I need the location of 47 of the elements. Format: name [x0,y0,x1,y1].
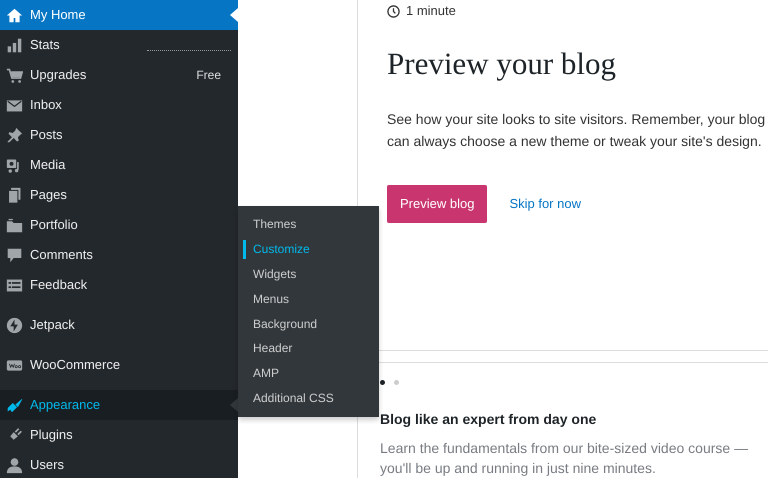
sidebar-item[interactable]: Upgrades Free [0,60,238,90]
preview-blog-button[interactable]: Preview blog [387,185,488,222]
feedback-icon [6,276,23,294]
bar-chart-icon [6,36,23,54]
sidebar-item[interactable]: Plugins [0,420,238,450]
sidebar-item[interactable]: Portfolio [0,210,238,240]
task-title: Preview your blog [387,45,618,83]
user-icon [6,456,23,474]
sidebar-item[interactable]: Jetpack [0,310,238,340]
cart-icon [6,66,23,84]
home-icon [6,6,23,24]
sidebar-item[interactable]: Appearance [0,390,238,420]
sidebar-item[interactable]: Stats [0,30,238,60]
submenu-item[interactable]: AMP [238,360,379,386]
sidebar-item[interactable]: Media [0,150,238,180]
submenu-item[interactable]: Additional CSS [238,386,379,410]
menu-pointer [230,8,238,22]
pager-dot[interactable] [380,380,385,385]
pager-dot[interactable] [394,380,399,385]
sidebar-item[interactable]: Posts [0,120,238,150]
sidebar-item[interactable]: Comments [0,240,238,270]
submenu-item[interactable]: Background [238,311,379,336]
pin-icon [6,126,23,144]
course-description: Learn the fundamentals from our bite-sized video course — you'll be up and running in just nine minutes. [380,439,750,478]
submenu-item[interactable]: Header [238,336,379,361]
folder-icon [6,216,23,234]
duration-text: 1 minute [406,2,456,20]
pages-icon [6,186,23,204]
sidebar-item[interactable]: My Home [0,0,238,30]
sidebar-item[interactable]: Pages [0,180,238,210]
sidebar-item[interactable]: Inbox [0,90,238,120]
submenu-item[interactable]: Themes [238,212,379,237]
sidebar-item[interactable]: Users [0,450,238,478]
sidebar-item[interactable]: WooCommerce [0,350,238,380]
item-label: Upgrades [30,66,86,84]
brush-icon [6,396,23,414]
course-title: Blog like an expert from day one [380,410,598,429]
speech-bubble-icon [6,246,23,264]
task-description: See how your site looks to site visitors. Remember, your blog can always choose a new theme or tweak your site's design. [387,110,766,151]
skip-link[interactable]: Skip for now [509,194,581,214]
bolt-circle-icon [6,316,23,334]
plan-label: Free [196,67,221,84]
submenu-item[interactable]: Customize [238,236,379,262]
submenu-item[interactable]: Widgets [238,262,379,286]
submenu-item[interactable]: Menus [238,286,379,312]
sidebar-item[interactable]: Feedback [0,270,238,300]
clock-icon [387,4,400,18]
